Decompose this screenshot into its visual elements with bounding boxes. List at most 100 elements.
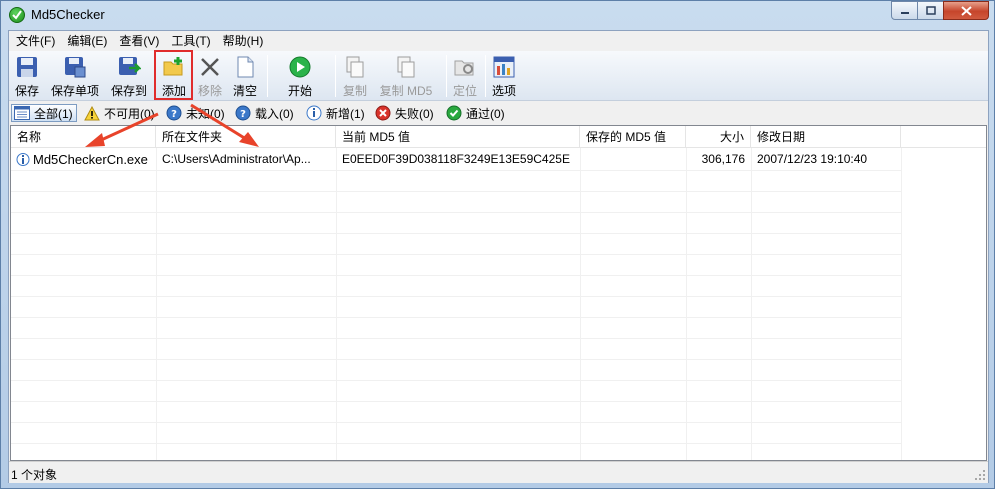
row-gridline [11,338,901,339]
options-label: 选项 [491,84,516,98]
locate-button[interactable]: 定位 [450,53,480,99]
resize-grip-icon[interactable] [974,469,986,481]
options-button[interactable]: 选项 [489,53,519,99]
save-label: 保存 [14,84,39,98]
clear-button[interactable]: 清空 [230,53,260,99]
column-header-folder[interactable]: 所在文件夹 [156,126,336,148]
row-gridline [11,443,901,444]
toolbar-separator [446,55,447,97]
window-controls [891,1,989,21]
copy-button[interactable]: 复制 [340,53,370,99]
save-button[interactable]: 保存 [12,53,42,99]
row-gridline [11,212,901,213]
row-gridline [11,317,901,318]
maximize-icon [925,6,936,15]
column-header-size[interactable]: 大小 [686,126,751,148]
save-item-icon [65,57,86,78]
save-icon [17,57,37,77]
warning-icon [84,105,100,121]
svg-text:?: ? [240,109,246,120]
new-info-icon [16,153,30,166]
app-window: Md5Checker 文件(F) 编辑(E) 查看(V) 工具(T) 帮助(H) [0,0,995,489]
filter-failed[interactable]: 失败(0) [375,104,434,122]
column-gridline [751,148,752,460]
cell-modified: 2007/12/23 19:10:40 [757,152,868,166]
filter-unknown[interactable]: ? 未知(0) [166,104,225,122]
filter-unknown-label: 未知(0) [186,106,225,121]
status-bar: 1 个对象 [9,461,988,483]
list-header: 名称 所在文件夹 当前 MD5 值 保存的 MD5 值 大小 修改日期 [11,126,986,148]
menu-view[interactable]: 查看(V) [113,31,165,51]
table-row[interactable]: Md5CheckerCn.exe C:\Users\Administrator\… [11,149,986,170]
toolbar-separator [335,55,336,97]
error-icon [375,105,391,121]
menu-help[interactable]: 帮助(H) [217,31,270,51]
menu-tools[interactable]: 工具(T) [165,31,216,51]
column-header-name[interactable]: 名称 [11,126,156,148]
minimize-button[interactable] [891,1,918,20]
locate-icon [454,60,474,76]
save-to-label: 保存到 [110,84,147,98]
row-gridline [11,422,901,423]
save-item-button[interactable]: 保存单项 [48,53,102,99]
filter-all[interactable]: 全部(1) [11,104,77,122]
toolbar-separator [267,55,268,97]
copy-md5-button[interactable]: 复制 MD5 [375,53,437,99]
filter-unavailable-label: 不可用(0) [104,106,155,121]
cell-folder: C:\Users\Administrator\Ap... [162,152,311,166]
menu-file[interactable]: 文件(F) [9,31,61,51]
filter-loaded[interactable]: ? 载入(0) [235,104,294,122]
column-gridline [901,148,902,460]
cell-size: 306,176 [701,152,745,166]
filter-passed[interactable]: 通过(0) [446,104,505,122]
filter-new[interactable]: 新增(1) [306,104,365,122]
copy-md5-icon [397,56,415,78]
row-gridline [11,254,901,255]
save-item-label: 保存单项 [50,84,99,98]
cell-current-md5: E0EED0F39D038118F3249E13E59C425E [342,152,570,166]
start-label: 开始 [287,84,312,98]
status-text: 1 个对象 [11,468,58,482]
close-icon [960,5,972,16]
clear-document-icon [237,56,254,78]
row-gridline [11,275,901,276]
info-icon [306,105,322,121]
window-title: Md5Checker [31,7,105,22]
column-header-modified[interactable]: 修改日期 [751,126,901,148]
column-gridline [336,148,337,460]
copy-icon [346,56,364,78]
list-icon [14,105,30,121]
check-circle-icon [446,105,462,121]
client-area: 文件(F) 编辑(E) 查看(V) 工具(T) 帮助(H) 保存 保存单项 保存… [8,30,989,483]
menu-edit[interactable]: 编辑(E) [61,31,113,51]
remove-button[interactable]: 移除 [195,53,225,99]
start-button[interactable]: 开始 [285,53,315,99]
cell-name-text: Md5CheckerCn.exe [33,152,148,167]
maximize-button[interactable] [917,1,944,20]
row-gridline [11,170,901,171]
filter-unavailable[interactable]: 不可用(0) [84,104,155,122]
filter-passed-label: 通过(0) [466,106,505,121]
row-gridline [11,359,901,360]
cell-name: Md5CheckerCn.exe [11,149,156,170]
question-icon: ? [235,105,251,121]
filter-all-label: 全部(1) [34,106,73,121]
filter-bar: 全部(1) 不可用(0) ? 未知(0) ? 载入(0) 新增(1) 失败(0)… [9,102,988,124]
row-gridline [11,296,901,297]
row-gridline [11,233,901,234]
file-list[interactable]: 名称 所在文件夹 当前 MD5 值 保存的 MD5 值 大小 修改日期 Md5C… [10,125,987,461]
play-icon [289,56,311,78]
column-header-current-md5[interactable]: 当前 MD5 值 [336,126,580,148]
toolbar-separator [485,55,486,97]
copy-md5-label: 复制 MD5 [379,84,433,98]
save-to-icon [119,57,141,75]
save-to-button[interactable]: 保存到 [108,53,150,99]
row-gridline [11,191,901,192]
close-button[interactable] [943,1,989,20]
title-bar[interactable]: Md5Checker [1,1,994,29]
clear-label: 清空 [232,84,257,98]
column-gridline [686,148,687,460]
row-gridline [11,401,901,402]
filter-new-label: 新增(1) [326,106,365,121]
column-header-saved-md5[interactable]: 保存的 MD5 值 [580,126,686,148]
